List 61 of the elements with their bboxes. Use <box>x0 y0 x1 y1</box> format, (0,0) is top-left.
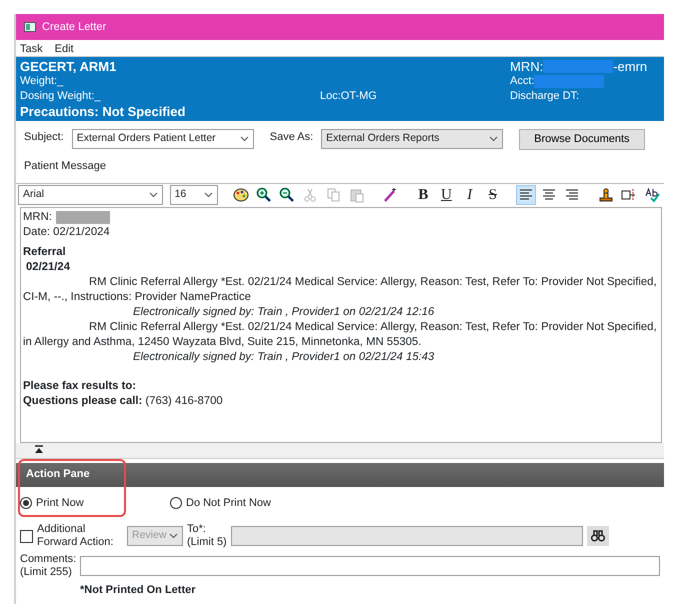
comments-label: Comments: <box>20 553 76 566</box>
caret-icon <box>240 136 249 142</box>
menu-item[interactable]: Edit <box>54 41 74 55</box>
caret-icon <box>169 533 178 539</box>
font-dropdown[interactable]: Arial <box>18 185 163 205</box>
letter-line: Referral <box>23 244 67 260</box>
subject-label: Subject: <box>24 130 64 145</box>
comments-limit-label: (Limit 255) <box>20 566 73 579</box>
discharge-date-label: Discharge DT: <box>510 89 580 104</box>
redaction-block <box>534 75 604 88</box>
precautions-label: Precautions: Not Specified <box>20 104 186 119</box>
action-pane-header: Action Pane <box>16 462 664 486</box>
dosing-weight-label: Dosing Weight:_ <box>20 89 102 104</box>
to-limit-label: (Limit 5) <box>187 536 227 549</box>
caret-icon <box>148 192 158 198</box>
mrn-label: MRN: <box>510 59 544 74</box>
caret-icon <box>489 136 498 142</box>
bold-toggle[interactable]: B <box>413 185 434 205</box>
menu-item[interactable]: Task <box>20 41 43 55</box>
window-title: Create Letter <box>42 20 106 35</box>
letter-line: Questions please call: (763) 416-8700 <box>23 394 224 408</box>
letter-line: in Allergy and Asthma, 12450 Wayzata Blvd, Suite 215, Minnetonka, MN 55305. <box>23 334 422 350</box>
patient-name: GECERT, ARM1 <box>20 59 118 74</box>
letter-line: Date: 02/21/2024 <box>23 224 111 240</box>
align-left-icon[interactable] <box>516 185 536 205</box>
comments-field[interactable] <box>80 556 660 576</box>
to-label: To*: <box>187 523 207 536</box>
collapse-icon[interactable] <box>34 445 44 454</box>
window-icon <box>24 22 36 32</box>
recipient-field[interactable] <box>230 526 583 546</box>
redaction-block <box>56 210 110 224</box>
location-label: Loc:OT-MG <box>320 89 378 104</box>
radio-option[interactable]: Print Now <box>20 494 170 511</box>
save-as-label: Save As: <box>270 130 314 145</box>
weight-label: Weight:_ <box>20 74 64 89</box>
acct-label: Acct: <box>510 74 534 89</box>
letter-line: RM Clinic Referral Allergy *Est. 02/21/24 Medical Service: Allergy, Reason: Test, Refer To: Provider Not Specified, <box>88 274 658 290</box>
search-button[interactable] <box>586 526 609 546</box>
letter-line: Please fax results to: <box>23 378 138 394</box>
letter-line: 02/21/24 <box>25 260 71 274</box>
italic-toggle[interactable]: I <box>459 185 480 205</box>
save-as-dropdown[interactable]: External Orders Reports <box>321 129 504 149</box>
strikethrough-toggle[interactable]: S <box>482 185 503 205</box>
font-size-dropdown[interactable]: 16 <box>170 185 218 205</box>
note-label: *Not Printed On Letter <box>79 583 197 598</box>
patient-message-label: Patient Message <box>23 159 107 174</box>
subject-dropdown[interactable]: External Orders Patient Letter <box>72 129 254 149</box>
underline-toggle[interactable]: U <box>436 185 456 205</box>
letter-mrn-label: MRN: <box>23 210 52 224</box>
letter-line: Electronically signed by: Train , Provider1 on 02/21/24 12:16 <box>132 304 436 320</box>
letter-line: CI-M, --., Instructions: Provider NamePractice <box>23 290 252 304</box>
browse-documents-button[interactable]: Browse Documents <box>519 129 645 150</box>
redaction-block <box>543 60 614 73</box>
forward-action-label: Additional Forward Action: <box>37 523 114 549</box>
letter-line: RM Clinic Referral Allergy *Est. 02/21/24 Medical Service: Allergy, Reason: Test, Refer To: Provider Not Specified, <box>88 320 658 334</box>
checkbox[interactable] <box>20 530 33 542</box>
radio-option[interactable]: Do Not Print Now <box>170 494 271 511</box>
caret-icon <box>204 192 213 198</box>
mrn-value: -emrn <box>613 59 648 74</box>
letter-editor[interactable] <box>20 206 662 442</box>
letter-line: Electronically signed by: Train , Provider1 on 02/21/24 15:43 <box>132 350 436 364</box>
